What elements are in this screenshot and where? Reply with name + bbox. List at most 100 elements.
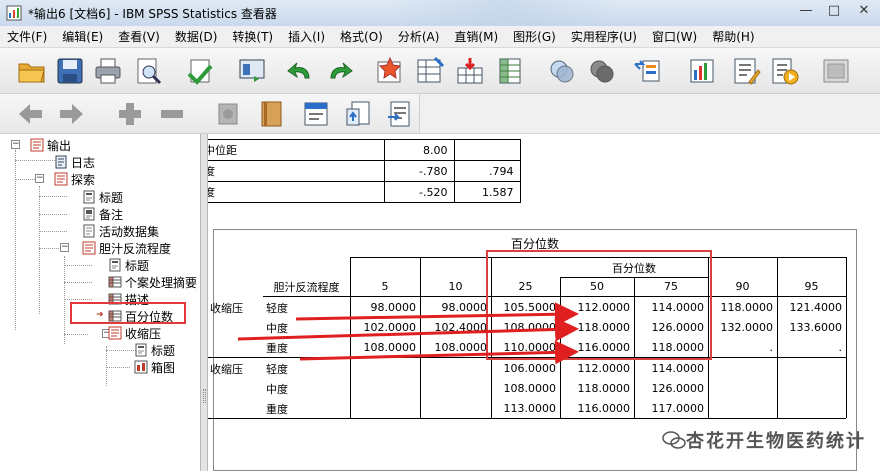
maximize-button[interactable]: □ [820,0,848,20]
tree-node-boxplot[interactable]: 箱图 [134,358,175,376]
toolbar-empty-area [420,94,880,134]
tree-node-log[interactable]: 日志 [54,153,95,171]
minimize-button[interactable]: — [792,0,820,20]
table-cell: . [769,341,774,354]
print-preview-icon[interactable] [132,55,164,87]
table-cell: 113.0000 [503,402,557,415]
menu-view[interactable]: 查看(V) [111,28,168,45]
tree-node-case-summary[interactable]: 个案处理摘要 [108,273,197,291]
open-folder-icon[interactable] [16,55,48,87]
dataset-icon [83,224,95,238]
outline-tree-pane[interactable]: − − − − 输出 日志 探索 标题 备注 活动数据集 胆汁反流程度 标题 个… [0,134,205,471]
insert-heading-icon[interactable] [300,98,332,130]
collapse-minus-icon[interactable] [156,98,188,130]
table-cell [453,139,521,161]
hide-icon[interactable] [212,98,244,130]
menu-help[interactable]: 帮助(H) [705,28,762,45]
table-cell: 133.6000 [789,321,843,334]
outline-icon[interactable] [820,55,852,87]
title-icon [109,258,121,272]
tree-collapse-toggle[interactable]: − [60,243,69,252]
insert-text-file-icon[interactable] [384,98,416,130]
tree-node-reflux-level[interactable]: 胆汁反流程度 [82,239,171,257]
recall-dialog-icon[interactable] [236,55,268,87]
goto-case-icon[interactable] [414,55,446,87]
tree-node-explore[interactable]: 探索 [54,170,95,188]
boxplot-icon [134,360,148,374]
show-all-icon[interactable] [586,55,618,87]
tree-node-title[interactable]: 标题 [82,188,123,206]
menu-window[interactable]: 窗口(W) [645,28,705,45]
table-cell: 116.0000 [577,402,631,415]
row-dimension-label: 胆汁反流程度 [273,280,340,294]
spss-viewer-icon [6,5,22,21]
export-icon[interactable] [184,55,216,87]
tree-connector [64,299,92,300]
menu-transform[interactable]: 转换(T) [225,28,281,45]
book-icon[interactable] [256,98,288,130]
menu-format[interactable]: 格式(O) [333,28,391,45]
table-row: 度 -.520 1.587 [208,181,521,203]
table-cell: 118.0000 [577,382,631,395]
menu-insert[interactable]: 插入(I) [281,28,333,45]
grid-line [208,418,846,419]
procedure-icon [108,326,122,340]
save-icon[interactable] [54,55,86,87]
tree-collapse-toggle[interactable]: − [11,140,20,149]
table-icon [108,276,122,288]
menu-direct-marketing[interactable]: 直销(M) [447,28,506,45]
column-header: 90 [735,280,750,293]
table-cell: 102.0000 [363,321,417,334]
insert-output-icon[interactable] [686,55,718,87]
tree-node-notes[interactable]: 备注 [82,205,123,223]
main-toolbar [0,48,880,94]
tree-node-output[interactable]: 输出 [30,136,71,154]
grid-line [846,257,847,418]
expand-plus-icon[interactable] [114,98,146,130]
table-row: 中位距 8.00 [208,139,521,161]
column-header: 10 [448,280,463,293]
tree-node-label: 标题 [151,343,176,358]
tree-connector [64,282,92,283]
table-cell: 98.0000 [441,301,488,314]
tree-node-active-dataset[interactable]: 活动数据集 [82,222,159,240]
menu-graphs[interactable]: 图形(G) [506,28,564,45]
tree-connector [106,346,107,386]
menu-edit[interactable]: 编辑(E) [55,28,111,45]
close-button[interactable]: ✕ [850,0,878,20]
undo-icon[interactable] [284,55,316,87]
forward-arrow-icon[interactable] [56,98,88,130]
descriptives-table-fragment: 中位距 8.00 度 -.780 .794 度 -.520 1.587 [208,139,521,203]
table-cell: 108.0000 [434,341,488,354]
goto-variable-icon[interactable] [454,55,486,87]
splitter-grip [203,389,206,403]
menu-analyze[interactable]: 分析(A) [391,28,448,45]
menu-utilities[interactable]: 实用程序(U) [564,28,645,45]
variables-icon[interactable] [494,55,526,87]
insert-title-icon[interactable] [730,55,762,87]
back-arrow-icon[interactable] [14,98,46,130]
tree-node-label: 个案处理摘要 [125,275,198,290]
table-cell: 118.0000 [720,301,774,314]
wechat-icon [662,431,686,449]
output-content-pane[interactable]: 中位距 8.00 度 -.780 .794 度 -.520 1.587 百分位数… [208,134,880,471]
level-label: 中度 [266,321,288,335]
table-cell: 108.0000 [503,382,557,395]
pane-splitter[interactable] [200,134,208,471]
select-cases-icon[interactable] [546,55,578,87]
insert-page-icon[interactable] [342,98,374,130]
menu-data[interactable]: 数据(D) [168,28,226,45]
goto-data-icon[interactable] [374,55,406,87]
tree-node-title[interactable]: 标题 [134,341,175,359]
designate-window-icon[interactable] [632,55,664,87]
print-icon[interactable] [92,55,124,87]
title-bar-background [390,0,620,26]
tree-collapse-toggle[interactable]: − [35,174,44,183]
redo-icon[interactable] [324,55,356,87]
menu-file[interactable]: 文件(F) [0,28,55,45]
variable-label: 收缩压 [210,301,243,315]
run-script-icon[interactable] [768,55,800,87]
table-cell: 1.587 [453,181,521,203]
tree-node-systolic[interactable]: 收缩压 [108,324,161,342]
tree-node-title[interactable]: 标题 [108,256,149,274]
